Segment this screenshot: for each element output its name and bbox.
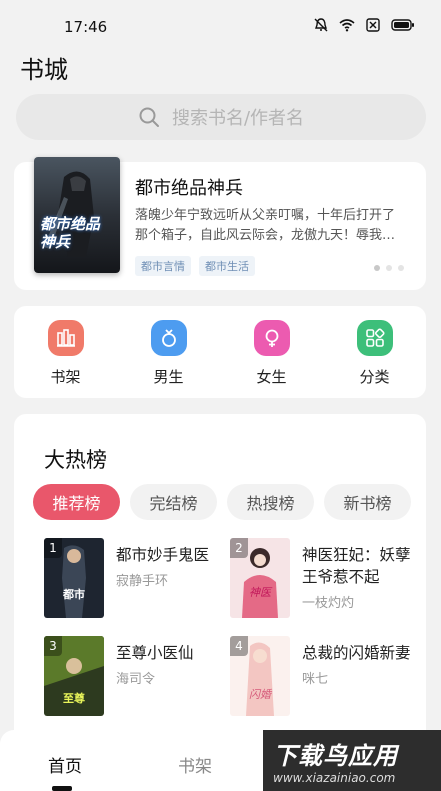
search-icon [139, 107, 159, 127]
tab-bookshelf-label: 书架 [178, 757, 212, 777]
tag[interactable]: 都市言情 [135, 256, 191, 276]
book-author: 咪七 [302, 672, 329, 687]
svg-text:神医: 神医 [249, 586, 273, 599]
nav-item-bookshelf[interactable]: 书架 [14, 306, 117, 398]
active-tab-indicator [52, 786, 72, 791]
book-title[interactable]: 神医狂妃：妖孽王爷惹不起 [302, 544, 420, 588]
carousel-dots [374, 265, 404, 271]
book-title[interactable]: 总裁的闪婚新妻 [302, 642, 420, 664]
featured-book-title[interactable]: 都市绝品神兵 [135, 174, 243, 200]
svg-text:都市: 都市 [62, 587, 85, 601]
wifi-icon [339, 19, 355, 32]
tab-recommended[interactable]: 推荐榜 [33, 484, 120, 520]
nav-item-male[interactable]: 男生 [117, 306, 220, 398]
quick-nav: 书架 男生 女生 分类 [14, 306, 426, 398]
featured-tags: 都市言情 都市生活 [135, 256, 255, 276]
mute-icon [314, 18, 328, 32]
tab-bookshelf[interactable]: 书架 [130, 730, 260, 791]
ranking-item[interactable]: 神医 2 神医狂妃：妖孽王爷惹不起 一枝灼灼 [230, 538, 420, 622]
carousel-dot[interactable] [386, 265, 392, 271]
nav-item-category[interactable]: 分类 [323, 306, 426, 398]
book-title[interactable]: 都市妙手鬼医 [116, 544, 234, 566]
book-cover[interactable]: 都市 1 [44, 538, 104, 618]
featured-book-description: 落魄少年宁致远听从父亲叮嘱，十年后打开了那个箱子，自此风云际会，龙傲九天！辱我… [135, 208, 396, 243]
nav-item-female[interactable]: 女生 [220, 306, 323, 398]
tag[interactable]: 都市生活 [199, 256, 255, 276]
ranking-item[interactable]: 都市 1 都市妙手鬼医 寂静手环 [44, 538, 234, 622]
rank-number: 4 [230, 636, 248, 656]
tab-hot-search[interactable]: 热搜榜 [227, 484, 314, 520]
watermark-main: 下载鸟应用 [273, 742, 398, 770]
status-time: 17:46 [64, 18, 108, 36]
carousel-dot[interactable] [374, 265, 380, 271]
book-title[interactable]: 至尊小医仙 [116, 642, 234, 664]
tab-completed[interactable]: 完结榜 [130, 484, 217, 520]
ranking-title: 大热榜 [44, 448, 107, 472]
carousel-dot[interactable] [398, 265, 404, 271]
bookshelf-icon [47, 320, 84, 356]
watermark-url: www.xiazainiao.com [273, 771, 396, 785]
status-bar: 17:46 [0, 0, 441, 44]
book-author: 寂静手环 [116, 574, 169, 589]
page-title: 书城 [20, 56, 68, 84]
nav-label: 书架 [50, 368, 81, 386]
book-cover[interactable]: 闪婚 4 [230, 636, 290, 716]
search-input[interactable]: 搜索书名/作者名 [16, 94, 426, 140]
book-author: 一枝灼灼 [302, 596, 355, 611]
ranking-tabs: 推荐榜 完结榜 热搜榜 新书榜 [33, 484, 411, 520]
tab-home[interactable]: 首页 [0, 730, 130, 791]
ranking-item[interactable]: 闪婚 4 总裁的闪婚新妻 咪七 [230, 636, 420, 720]
ranking-card: 大热榜 推荐榜 完结榜 热搜榜 新书榜 都市 1 都市妙手鬼医 寂静手环 神医 … [14, 414, 426, 744]
battery-icon [391, 19, 414, 31]
book-author: 海司令 [116, 672, 156, 687]
ranking-item[interactable]: 至尊 3 至尊小医仙 海司令 [44, 636, 234, 720]
tab-home-label: 首页 [48, 757, 82, 777]
male-icon [150, 320, 187, 356]
svg-text:闪婚: 闪婚 [249, 688, 273, 701]
nav-label: 女生 [256, 368, 287, 386]
sim-off-icon [366, 18, 380, 32]
rank-number: 1 [44, 538, 62, 558]
female-icon [253, 320, 290, 356]
book-cover[interactable]: 神医 2 [230, 538, 290, 618]
nav-label: 分类 [359, 368, 390, 386]
featured-book-card[interactable]: 都市绝品神兵 都市绝品神兵 落魄少年宁致远听从父亲叮嘱，十年后打开了那个箱子，自… [14, 157, 426, 290]
rank-number: 2 [230, 538, 248, 558]
nav-label: 男生 [153, 368, 184, 386]
category-icon [356, 320, 393, 356]
status-icons [313, 18, 415, 32]
search-placeholder: 搜索书名/作者名 [171, 108, 305, 129]
rank-number: 3 [44, 636, 62, 656]
featured-cover-text: 都市绝品神兵 [40, 215, 101, 251]
tab-new-books[interactable]: 新书榜 [324, 484, 411, 520]
watermark: 下载鸟应用 www.xiazainiao.com [263, 730, 441, 791]
svg-text:至尊: 至尊 [63, 691, 85, 705]
featured-book-cover[interactable]: 都市绝品神兵 [34, 157, 120, 273]
book-cover[interactable]: 至尊 3 [44, 636, 104, 716]
